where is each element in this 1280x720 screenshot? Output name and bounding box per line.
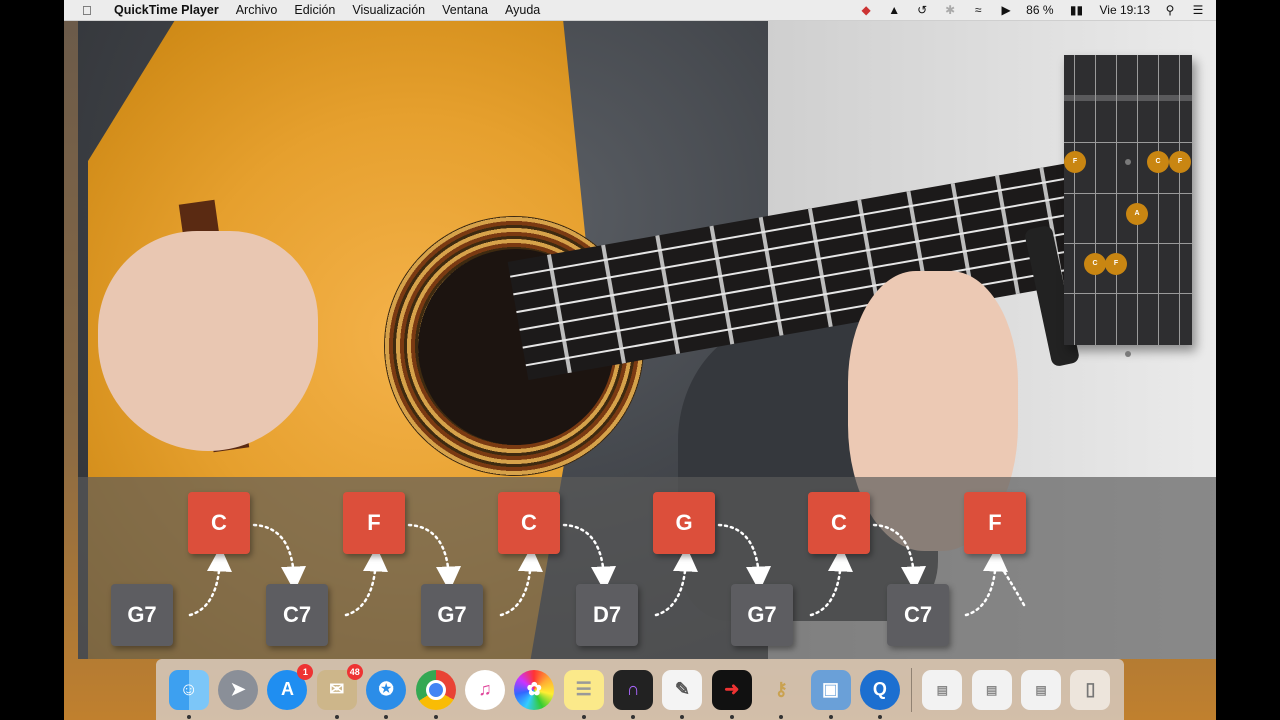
compass-icon[interactable]: ✪: [366, 669, 407, 719]
chord-box-lower: C7: [887, 584, 949, 646]
document-stack-icon[interactable]: ▤: [922, 669, 963, 710]
photos-icon[interactable]: ✿: [514, 669, 555, 710]
textedit-icon[interactable]: ✎: [662, 669, 703, 719]
bluetooth-icon[interactable]: ✱: [942, 3, 958, 17]
rocket-icon[interactable]: ➤: [218, 669, 259, 710]
menu-bar:  QuickTime Player Archivo Edición Visua…: [64, 0, 1216, 21]
chord-box-upper: C: [808, 492, 870, 554]
chord-diagram: F C F A C F: [1064, 55, 1192, 357]
video-frame[interactable]: F C F A C F C F C G C F G7 C7 G7 D7 G7 C…: [78, 21, 1216, 659]
chord-note-dot: A: [1126, 203, 1148, 225]
menu-archivo[interactable]: Archivo: [236, 3, 278, 17]
chord-box-lower: G7: [731, 584, 793, 646]
app-store-icon[interactable]: A1: [267, 663, 314, 710]
mail-badge: 48: [346, 663, 363, 680]
finder-icon[interactable]: ☺: [168, 669, 209, 719]
preview-icon[interactable]: ▣: [810, 669, 851, 719]
chord-box-lower: C7: [266, 584, 328, 646]
chord-note-dot: F: [1105, 253, 1127, 275]
wifi-icon[interactable]: ≈: [970, 3, 986, 17]
menu-visualizacion[interactable]: Visualización: [352, 3, 425, 17]
battery-percent[interactable]: 86 %: [1026, 3, 1053, 17]
strumming-hand: [98, 231, 318, 451]
dock-separator: [910, 667, 912, 712]
chord-note-dot: C: [1084, 253, 1106, 275]
quicktime-icon[interactable]: Q: [859, 669, 900, 719]
time-machine-icon[interactable]: ↺: [914, 3, 930, 17]
chrome-icon[interactable]: [415, 669, 456, 719]
notification-center-icon[interactable]: ☰: [1190, 3, 1206, 17]
clock[interactable]: Vie 19:13: [1100, 3, 1151, 17]
chord-note-dot: F: [1169, 151, 1191, 173]
apple-menu-icon[interactable]: : [82, 3, 96, 18]
music-icon[interactable]: ♫: [464, 669, 505, 710]
chord-box-upper: F: [964, 492, 1026, 554]
chord-box-upper: C: [188, 492, 250, 554]
app-store-badge: 1: [297, 663, 314, 680]
menu-edicion[interactable]: Edición: [294, 3, 335, 17]
document-stack-icon[interactable]: ▤: [971, 669, 1012, 710]
notes-icon[interactable]: ☰: [563, 669, 604, 719]
volume-icon[interactable]: ▶: [998, 3, 1014, 17]
mail-icon[interactable]: ✉ 48: [316, 663, 363, 719]
chord-box-lower: D7: [576, 584, 638, 646]
dock: ☺ ➤ A1 ✉ 48 ✪ ♫ ✿ ☰ ∩ ✎ ➜ ⚷ ▣ Q ▤ ▤ ▤ ▯: [156, 659, 1124, 720]
sibelius-icon[interactable]: ➜: [711, 669, 752, 719]
chord-box-upper: F: [343, 492, 405, 554]
chord-box-lower: G7: [421, 584, 483, 646]
chord-box-upper: G: [653, 492, 715, 554]
status-area: ◆ ▲ ↺ ✱ ≈ ▶ 86 % ▮▮ Vie 19:13 ⚲ ☰: [846, 0, 1206, 20]
mac-desktop:  QuickTime Player Archivo Edición Visua…: [64, 0, 1216, 720]
chord-box-lower: G7: [111, 584, 173, 646]
spotlight-search-icon[interactable]: ⚲: [1162, 3, 1178, 17]
battery-icon[interactable]: ▮▮: [1066, 3, 1088, 17]
airdrop-icon[interactable]: ▲: [886, 3, 902, 17]
dropbox-icon[interactable]: ◆: [858, 3, 874, 17]
chord-note-dot: C: [1147, 151, 1169, 173]
document-stack-icon[interactable]: ▤: [1021, 669, 1062, 710]
trash-icon[interactable]: ▯: [1070, 669, 1111, 710]
protools-icon[interactable]: ∩: [613, 669, 654, 719]
chord-progression-panel: C F C G C F G7 C7 G7 D7 G7 C7: [78, 477, 1216, 659]
menu-ayuda[interactable]: Ayuda: [505, 3, 540, 17]
chord-note-dot: F: [1064, 151, 1086, 173]
menu-ventana[interactable]: Ventana: [442, 3, 488, 17]
chord-box-upper: C: [498, 492, 560, 554]
app-menu[interactable]: QuickTime Player: [114, 3, 219, 17]
keys-icon[interactable]: ⚷: [761, 670, 801, 719]
